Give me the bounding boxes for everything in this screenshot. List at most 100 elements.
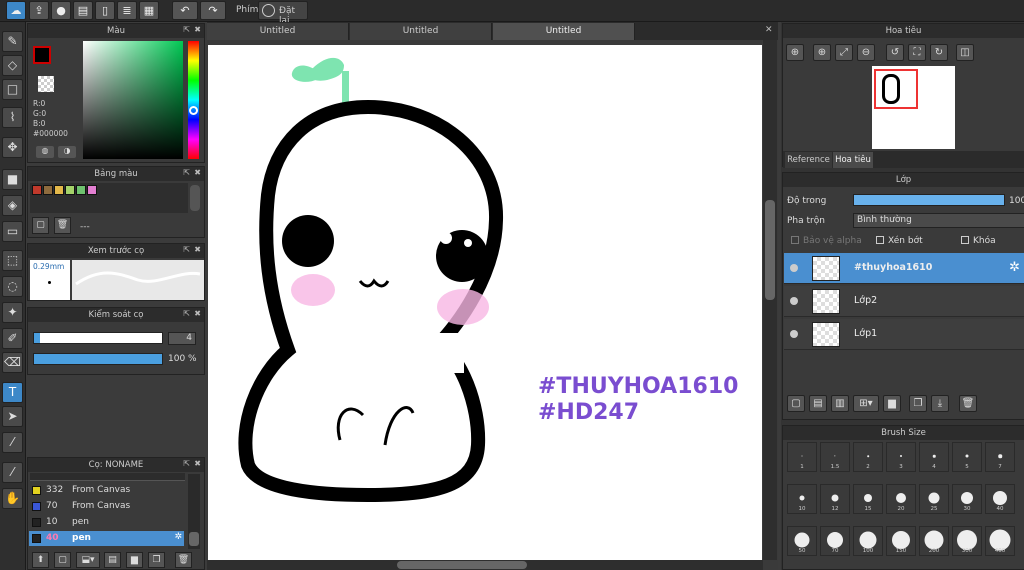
palette-swatch[interactable]	[43, 185, 53, 195]
close-icon[interactable]: ✖	[194, 459, 201, 468]
brush-size-cell[interactable]: 1	[787, 442, 817, 472]
visibility-eye-icon[interactable]	[790, 297, 798, 305]
palette-swatch[interactable]	[76, 185, 86, 195]
close-icon[interactable]: ✖	[194, 245, 201, 254]
main-color-swatch[interactable]	[33, 46, 51, 64]
visibility-eye-icon[interactable]	[790, 264, 798, 272]
expand-icon[interactable]: ⇱	[183, 245, 190, 254]
palette-scrollbar[interactable]	[190, 185, 200, 211]
expand-icon[interactable]: ⇱	[183, 459, 190, 468]
brush-size-cell[interactable]: 40	[985, 484, 1015, 514]
new-brush-icon[interactable]: ▢	[54, 552, 71, 568]
brush-size-cell[interactable]: 300	[952, 526, 982, 556]
fit-screen-icon[interactable]: ⤢	[835, 44, 853, 61]
saturation-value-box[interactable]	[83, 41, 183, 159]
layer-opacity-slider[interactable]	[853, 194, 1005, 206]
layer-row[interactable]: Lớp1	[784, 319, 1024, 350]
vertical-scroll-thumb[interactable]	[765, 200, 775, 300]
rect-tool-icon[interactable]: □	[2, 79, 23, 100]
tab-untitled-1[interactable]: Untitled	[207, 23, 349, 40]
layer-row[interactable]: Lớp2	[784, 286, 1024, 317]
brush-size-cell[interactable]: 15	[853, 484, 883, 514]
tab-untitled-2[interactable]: Untitled	[350, 23, 492, 40]
hand-tool-icon[interactable]: ✋	[2, 488, 23, 509]
page-icon[interactable]: ▯	[95, 1, 115, 20]
brush-tool-icon[interactable]: ✎	[2, 31, 23, 52]
magic-wand-icon[interactable]: ✦	[2, 302, 23, 323]
hue-slider[interactable]	[188, 41, 199, 159]
chat-icon[interactable]: ●	[51, 1, 71, 20]
trash-icon[interactable]: 🗑	[54, 217, 71, 234]
vertical-scrollbar[interactable]	[763, 40, 777, 560]
list-icon[interactable]: ≣	[117, 1, 137, 20]
zoom-fit-icon[interactable]: ⊕	[786, 44, 804, 61]
tab-reference[interactable]: Reference	[785, 152, 832, 168]
comment-icon[interactable]: ▤	[73, 1, 93, 20]
layer-row[interactable]: #thuyhoa1610 ✲	[784, 253, 1024, 284]
flip-icon[interactable]: ◫	[956, 44, 974, 61]
rotate-left-icon[interactable]: ↺	[886, 44, 904, 61]
brush-size-cell[interactable]: 10	[787, 484, 817, 514]
brush-list-item[interactable]: 332 From Canvas	[29, 483, 184, 498]
fill-rect-tool-icon[interactable]: ■	[2, 169, 23, 190]
blend-mode-select[interactable]: Bình thường	[853, 213, 1024, 228]
brush-list-item[interactable]: 40 pen ✲	[29, 531, 184, 546]
brush-size-cell[interactable]: 400	[985, 526, 1015, 556]
lasso-icon[interactable]: ◌	[2, 276, 23, 297]
brush-list-item[interactable]: 10 pen	[29, 515, 184, 530]
text-tool-icon[interactable]: T	[2, 382, 23, 403]
navigator-viewport[interactable]	[874, 69, 918, 109]
move-tool-icon[interactable]: ✥	[2, 137, 23, 158]
new-page-icon[interactable]: ▢	[32, 217, 49, 234]
brush-menu-icon[interactable]: ⬓▾	[76, 552, 100, 568]
stroke-tool-icon[interactable]: ⌇	[2, 107, 23, 128]
fullscreen-icon[interactable]: ⛶	[908, 44, 926, 61]
hue-handle[interactable]	[189, 106, 198, 115]
rotate-right-icon[interactable]: ↻	[930, 44, 948, 61]
navigator-thumbnail[interactable]	[872, 66, 955, 149]
horizontal-scroll-thumb[interactable]	[397, 561, 527, 569]
delete-layer-icon[interactable]: 🗑	[959, 395, 977, 412]
dropper-icon[interactable]: ⁄	[2, 462, 23, 483]
brush-size-cell[interactable]: 100	[853, 526, 883, 556]
brush-size-cell[interactable]: 200	[919, 526, 949, 556]
gradient-tool-icon[interactable]: ▭	[2, 221, 23, 242]
add-layer-menu-icon[interactable]: ⊞▾	[853, 395, 879, 412]
zoom-in-icon[interactable]: ⊕	[813, 44, 831, 61]
brush-size-value[interactable]: 4	[168, 332, 196, 345]
clip-checkbox[interactable]	[876, 236, 884, 244]
palette-swatch[interactable]	[32, 185, 42, 195]
expand-icon[interactable]: ⇱	[183, 25, 190, 34]
brush-size-cell[interactable]: 30	[952, 484, 982, 514]
palette-swatch[interactable]	[54, 185, 64, 195]
select-rect-icon[interactable]: ⬚	[2, 250, 23, 271]
brush-list-scrollbar[interactable]	[188, 474, 200, 549]
brush-size-cell[interactable]: 20	[886, 484, 916, 514]
layer-folder-icon[interactable]: ▆	[883, 395, 901, 412]
eyedropper-icon[interactable]: ⁄	[2, 432, 23, 453]
zoom-out-icon[interactable]: ⊖	[857, 44, 875, 61]
close-icon[interactable]: ✖	[194, 168, 201, 177]
eraser-tool-icon[interactable]: ◇	[2, 55, 23, 76]
brush-size-cell[interactable]: 7	[985, 442, 1015, 472]
brush-size-cell[interactable]: 25	[919, 484, 949, 514]
new-layer-icon[interactable]: ▢	[787, 395, 805, 412]
close-tab-icon[interactable]: ✕	[765, 25, 773, 35]
brush-size-cell[interactable]: 12	[820, 484, 850, 514]
new-raster-icon[interactable]: ▥	[831, 395, 849, 412]
expand-icon[interactable]: ⇱	[183, 168, 190, 177]
opacity-slider[interactable]	[33, 353, 163, 365]
layer-settings-icon[interactable]: ✲	[1009, 260, 1020, 275]
palette-swatch[interactable]	[65, 185, 75, 195]
merge-layer-icon[interactable]: ⤓	[931, 395, 949, 412]
new-layer-doc-icon[interactable]: ▤	[809, 395, 827, 412]
color-wheel-icon[interactable]: ◑	[58, 146, 76, 158]
close-icon[interactable]: ✖	[194, 309, 201, 318]
brush-size-cell[interactable]: 50	[787, 526, 817, 556]
reset-button[interactable]: Đặt lại	[258, 1, 308, 26]
add-brush-icon[interactable]: ⬆	[32, 552, 49, 568]
brush-size-cell[interactable]: 5	[952, 442, 982, 472]
export-icon[interactable]: ⇪	[29, 1, 49, 20]
redo-button[interactable]: ↷	[200, 1, 226, 20]
close-icon[interactable]: ✖	[194, 25, 201, 34]
